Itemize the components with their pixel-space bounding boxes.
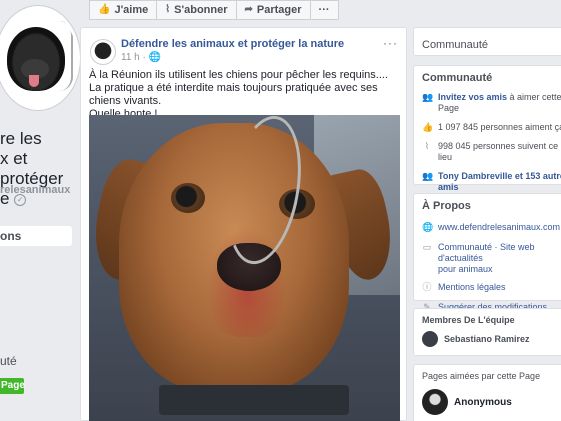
page-handle[interactable]: relesanimaux [0,184,70,196]
team-title: Membres De L'équipe [422,315,515,325]
share-button[interactable]: ➦ Partager [235,0,311,20]
community-title: Communauté [422,72,493,84]
team-card: Membres De L'équipe Sebastiano Ramirez [413,308,561,356]
post-text-line: La pratique a été interdite mais toujour… [89,82,378,107]
avatar-ring-lettering [59,21,73,91]
follows-count: 998 045 personnes suivent ce lieu [438,141,559,162]
sidebar-item-community[interactable]: uté [0,354,17,368]
liked-page-row[interactable]: Anonymous [422,389,561,415]
folder-icon: ▭ [422,242,432,252]
post-card: Défendre les animaux et protéger la natu… [80,27,407,421]
category-row: ▭ Communauté · Site web d'actualités pou… [422,242,561,275]
post-time-text: 11 h · [121,52,149,63]
people-icon: 👥 [422,171,434,181]
like-label: J'aime [114,4,149,16]
create-page-button[interactable]: Page [0,378,25,394]
page-title-line-1: re les [0,129,42,148]
website-row[interactable]: 🌐 www.defendrelesanimaux.com [422,222,561,233]
category-text: Communauté · Site web d'actualités pour … [438,242,561,275]
globe-icon: 🌐 [148,52,162,63]
team-member-name[interactable]: Sebastiano Ramirez [444,334,530,345]
post-text-line: À la Réunion ils utilisent les chiens po… [89,69,388,81]
friends-like-link[interactable]: Tony Dambreville et 153 autres amis [438,171,561,192]
more-label: ··· [318,4,330,16]
community-tab-label: Communauté [422,39,489,51]
dog-eye-left [171,183,205,213]
globe-icon: 🌐 [422,222,434,232]
rss-icon: ⌇ [424,141,430,151]
likes-row: 👍 1 097 845 personnes aiment ça [422,122,561,133]
thumbs-up-icon: 👍 [98,4,111,15]
liked-page-name[interactable]: Anonymous [454,397,512,408]
page-profile-picture[interactable] [0,6,80,110]
page-title: re les x et protéger e ✓ [0,129,80,209]
info-icon: ⓘ [422,282,432,292]
follow-button[interactable]: ⌇ S'abonner [156,0,237,20]
follows-row: ⌇ 998 045 personnes suivent ce lieu [422,141,561,163]
team-member-row[interactable]: Sebastiano Ramirez [422,331,561,347]
like-button[interactable]: 👍 J'aime [89,0,158,20]
thumbs-up-icon: 👍 [422,122,434,132]
post-author-name[interactable]: Défendre les animaux et protéger la natu… [121,38,344,50]
sidebar-item-active[interactable]: ons [0,226,72,246]
dog-avatar-tongue [29,75,39,87]
share-label: Partager [256,4,302,16]
legal-link[interactable]: Mentions légales [438,282,506,293]
legal-row[interactable]: ⓘ Mentions légales [422,282,561,293]
community-card: Communauté 👥 Invitez vos amis à aimer ce… [413,65,561,215]
invite-link[interactable]: Invitez vos amis [438,92,507,102]
avatar[interactable] [422,389,448,415]
left-sidebar: re les x et protéger e ✓ relesanimaux on… [0,0,80,421]
page-title-line-2: x et protéger [0,149,64,188]
liked-pages-card: Pages aimées par cette Page Anonymous [413,364,561,421]
community-tab-card[interactable]: Communauté [413,27,561,56]
about-title: À Propos [422,200,471,212]
post-text: À la Réunion ils utilisent les chiens po… [89,69,404,121]
more-button[interactable]: ··· [309,0,339,20]
category-link-tail[interactable]: pour animaux [438,264,493,274]
follow-label: S'abonner [174,4,228,16]
liked-pages-title: Pages aimées par cette Page [422,371,541,381]
website-link[interactable]: www.defendrelesanimaux.com [438,222,560,233]
about-card: À Propos 🌐 www.defendrelesanimaux.com ▭ … [413,193,561,312]
rss-icon: ⌇ [165,4,171,15]
post-options-button[interactable]: ··· [383,36,398,50]
invite-friends-row[interactable]: 👥 Invitez vos amis à aimer cette Page [422,92,561,114]
page-action-bar: 👍 J'aime ⌇ S'abonner ➦ Partager ··· [89,0,339,20]
people-plus-icon: 👥 [422,92,434,102]
post-author-avatar[interactable] [90,39,116,65]
likes-count: 1 097 845 personnes aiment ça [438,122,561,132]
post-photo[interactable] [89,115,400,421]
invite-text: Invitez vos amis à aimer cette Page [438,92,561,114]
share-arrow-icon: ➦ [244,4,253,15]
dog-collar [159,385,349,415]
avatar[interactable] [422,331,438,347]
category-link[interactable]: Communauté · Site web d'actualités [438,242,535,263]
post-timestamp[interactable]: 11 h · 🌐 [121,52,161,63]
